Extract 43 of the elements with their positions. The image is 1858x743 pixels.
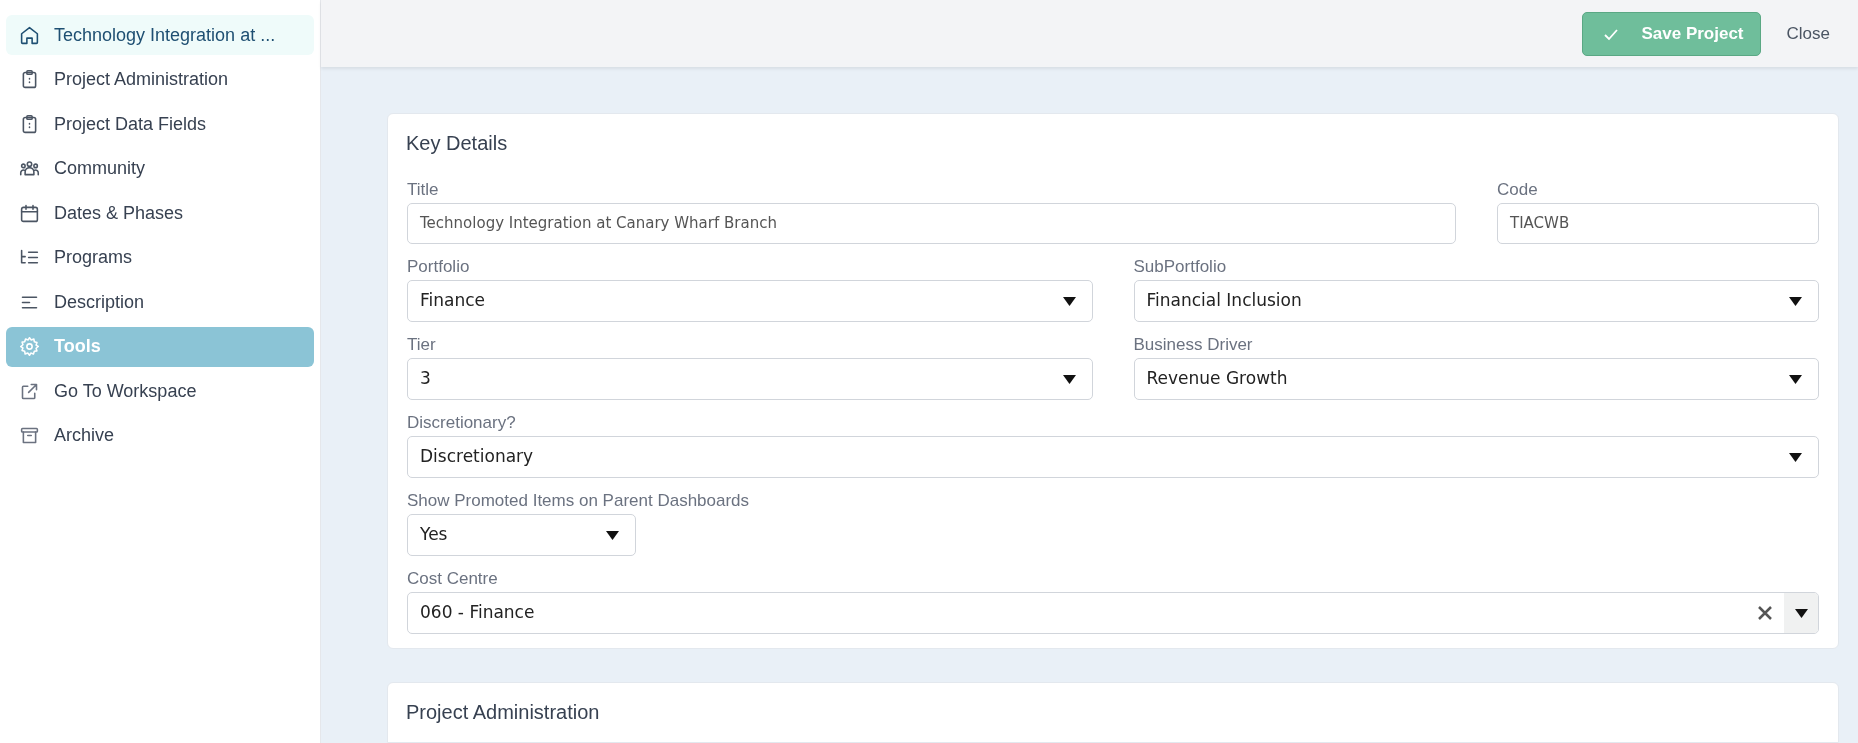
caret-icon — [1794, 608, 1808, 618]
text-field[interactable]: TIACWB — [1497, 203, 1819, 244]
dropdown[interactable]: Yes — [407, 514, 636, 556]
calendar-icon — [19, 202, 40, 224]
text-field[interactable]: Technology Integration at Canary Wharf Branch — [407, 203, 1456, 244]
field-label: SubPortfolio — [1133, 257, 1227, 277]
caret-icon — [1062, 374, 1076, 384]
section-title: Project Administration — [406, 700, 601, 725]
field-label: Code — [1497, 180, 1538, 200]
sidebar-item[interactable]: Project Administration — [6, 59, 314, 100]
sidebar-item[interactable]: Project Data Fields — [6, 104, 314, 144]
dropdown[interactable]: Finance — [407, 280, 1093, 322]
settings-icon — [19, 336, 40, 357]
dropdown[interactable]: Financial Inclusion — [1133, 280, 1819, 322]
house-icon — [19, 24, 40, 46]
field-label: Discretionary? — [407, 413, 516, 433]
sidebar-item[interactable]: Technology Integration at ... — [6, 15, 314, 55]
close-button[interactable]: Close — [1786, 20, 1830, 47]
sidebar-item[interactable]: Community — [6, 148, 314, 189]
sidebar-item[interactable]: Archive — [6, 415, 314, 456]
field-label: Show Promoted Items on Parent Dashboards — [407, 491, 750, 511]
dropdown[interactable]: 3 — [407, 358, 1093, 400]
field-label: Cost Centre — [407, 569, 498, 589]
field-label: Title — [407, 180, 439, 200]
clear-icon[interactable] — [1758, 606, 1772, 620]
sidebar-item[interactable]: Dates & Phases — [6, 193, 314, 233]
sidebar-item[interactable]: Description — [6, 282, 314, 322]
field-label: Portfolio — [407, 257, 470, 277]
combo-box[interactable]: 060 - Finance — [407, 592, 1819, 634]
caret-icon — [1062, 296, 1076, 306]
sidebar-item[interactable]: Programs — [6, 237, 314, 278]
field-label: Tier — [407, 335, 436, 355]
field-label: Business Driver — [1133, 335, 1253, 355]
caret-icon — [1789, 296, 1802, 306]
archive-box-icon — [19, 425, 40, 446]
caret-icon — [1789, 374, 1802, 384]
section-title: Key Details — [406, 131, 509, 156]
caret-icon — [606, 530, 619, 540]
dropdown[interactable]: Discretionary — [407, 436, 1819, 478]
dropdown-toggle[interactable] — [1784, 593, 1818, 633]
sidebar-item[interactable]: Go To Workspace — [6, 371, 314, 411]
caret-icon — [1789, 452, 1802, 462]
dropdown[interactable]: Revenue Growth — [1133, 358, 1819, 400]
